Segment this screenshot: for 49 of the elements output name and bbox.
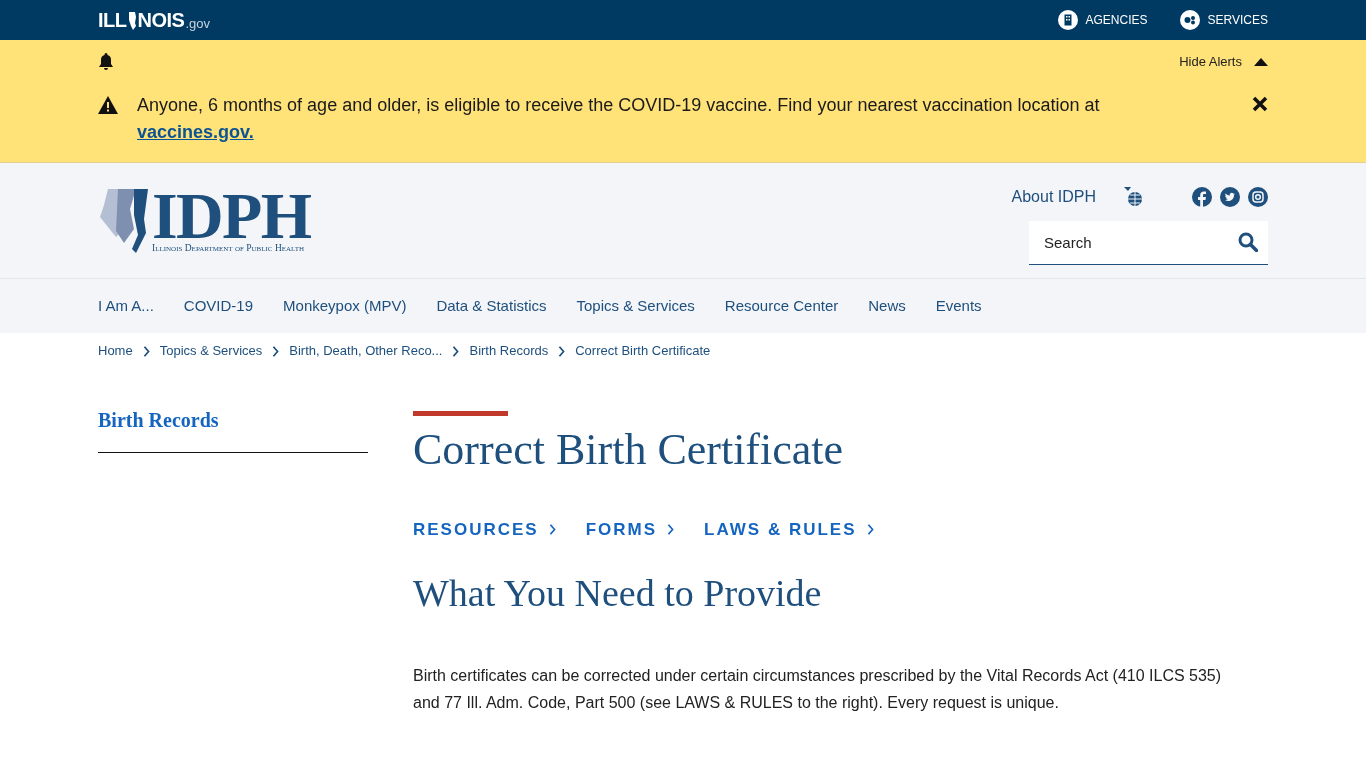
quick-link[interactable]: RESOURCES [413,517,556,543]
body-paragraph: Birth certificates can be corrected under certain circumstances prescribed by the Vital Records Act (410 ILCS 535) and 77 Ill. Adm. Code, Part 500 (see LAWS & RULES to the right). Every request is unique. [413,665,1223,713]
illinois-logo[interactable]: ILL NOIS.gov [98,10,210,30]
nav-link[interactable]: Data & Statistics [436,294,547,318]
close-icon[interactable] [1252,96,1268,112]
chevron-icon [452,345,460,357]
nav-link[interactable]: Resource Center [724,294,839,318]
breadcrumb-link[interactable]: Birth Records [469,341,549,361]
vaccines-link[interactable]: vaccines.gov. [137,122,254,142]
search-field[interactable]: Search [1029,220,1268,265]
chevron-icon [667,524,675,536]
nav-link[interactable]: I Am A... [98,294,154,318]
breadcrumb-link[interactable]: Home [98,341,133,361]
alert-message: Anyone, 6 months of age and older, is eligible to receive the COVID-19 vaccine. Find your nearest vaccination location at vaccines.gov. [137,94,1101,144]
nav-link[interactable]: News [868,294,906,318]
nav-link[interactable]: COVID-19 [183,294,254,318]
hide-alerts-button[interactable]: Hide Alerts [1179,52,1268,72]
sidebar-title[interactable]: Birth Records [98,405,368,453]
gears-icon [1179,10,1200,30]
quick-link[interactable]: LAWS & RULES [704,517,874,543]
quick-link[interactable]: FORMS [585,517,675,543]
breadcrumb-link[interactable]: Topics & Services [159,341,263,361]
idph-subtitle: Illinois Department of Public Health [152,242,306,255]
facebook-icon[interactable] [1192,186,1212,207]
nav-link[interactable]: Events [935,294,982,318]
search-icon[interactable] [1238,231,1258,252]
chevron-icon [272,345,280,357]
nav-link[interactable]: Topics & Services [576,294,695,318]
section-heading: What You Need to Provide [413,570,823,616]
twitter-icon[interactable] [1220,186,1240,207]
breadcrumb-link[interactable]: Birth, Death, Other Reco... [289,341,443,361]
nav-link[interactable]: Monkeypox (MPV) [283,294,407,318]
chevron-icon [558,345,566,357]
breadcrumb-link[interactable]: Correct Birth Certificate [575,341,711,361]
chevron-icon [142,345,150,357]
chevron-icon [548,524,556,536]
chevron-icon [866,524,874,536]
about-link[interactable]: About IDPH [1011,184,1096,209]
warning-icon [98,96,118,114]
bell-icon [98,53,114,71]
globe-icon[interactable] [1124,186,1144,207]
instagram-icon[interactable] [1248,186,1268,207]
top-link[interactable]: AGENCIES [1057,10,1148,30]
caret-up-icon [1254,58,1268,66]
building-icon [1057,10,1078,30]
heads-drawing [98,186,148,255]
top-link[interactable]: SERVICES [1179,10,1268,30]
idph-title: IDPH [152,188,311,243]
page-title: Correct Birth Certificate [413,424,845,476]
